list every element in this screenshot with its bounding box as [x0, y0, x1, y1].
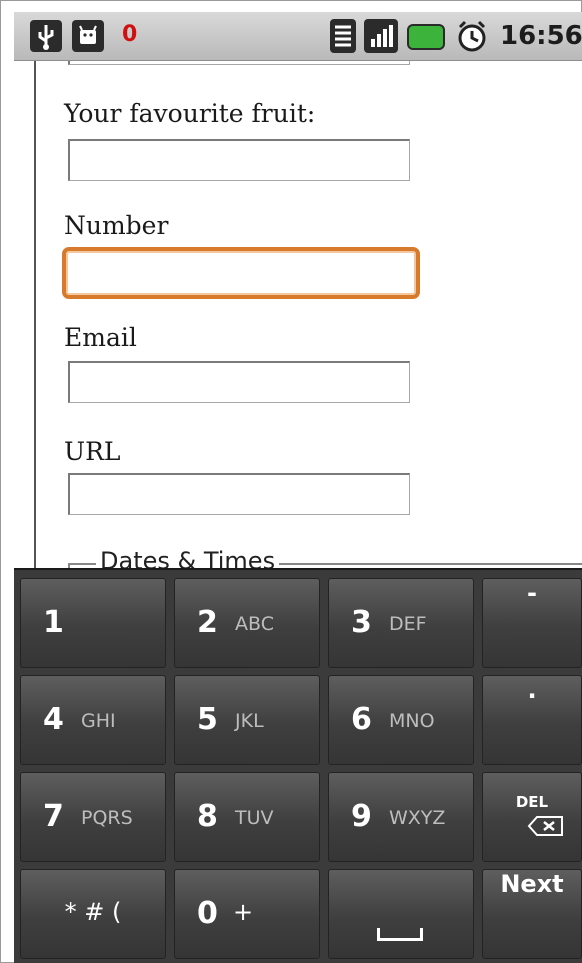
- page-border: [34, 61, 36, 568]
- backspace-icon: [527, 815, 565, 841]
- numeric-keyboard: 1 2 ABC 3 DEF - 4 GHI 5 JKL 6 MNO . 7 PQ…: [14, 568, 582, 963]
- key-5-digit: 5: [197, 702, 218, 737]
- key-4-letters: GHI: [81, 710, 116, 732]
- key-8[interactable]: 8 TUV: [174, 772, 320, 862]
- previous-input-field[interactable]: [68, 61, 410, 65]
- number-label: Number: [64, 211, 169, 240]
- web-page[interactable]: Your favourite fruit: Number Email URL D…: [14, 61, 582, 568]
- key-symbols[interactable]: * # (: [20, 869, 166, 959]
- key-0-digit: 0: [197, 896, 218, 931]
- key-5-letters: JKL: [235, 710, 264, 732]
- url-label: URL: [64, 437, 121, 466]
- alarm-icon: [454, 18, 490, 54]
- key-3[interactable]: 3 DEF: [328, 578, 474, 668]
- key-7-digit: 7: [43, 799, 64, 834]
- status-bar: 0 16:56: [14, 12, 582, 61]
- usb-icon: [30, 20, 62, 52]
- key-9[interactable]: 9 WXYZ: [328, 772, 474, 862]
- key-5[interactable]: 5 JKL: [174, 675, 320, 765]
- key-8-digit: 8: [197, 799, 218, 834]
- key-0-plus: +: [233, 898, 254, 926]
- next-key-label: Next: [500, 870, 564, 898]
- wifi-icon: [330, 19, 356, 53]
- email-input[interactable]: [68, 361, 410, 403]
- key-4-digit: 4: [43, 702, 64, 737]
- key-3-digit: 3: [351, 605, 372, 640]
- key-2-digit: 2: [197, 605, 218, 640]
- email-label: Email: [64, 323, 137, 352]
- key-7-letters: PQRS: [81, 807, 133, 829]
- android-icon: [72, 20, 104, 52]
- key-1-digit: 1: [43, 605, 64, 640]
- dates-times-legend: Dates & Times: [96, 547, 280, 568]
- key-3-letters: DEF: [389, 613, 427, 635]
- notification-count: 0: [122, 22, 138, 47]
- clock: 16:56: [500, 21, 582, 51]
- key-8-letters: TUV: [235, 807, 274, 829]
- key-1[interactable]: 1: [20, 578, 166, 668]
- space-icon: [377, 928, 423, 941]
- key-minus[interactable]: -: [482, 578, 582, 668]
- url-input[interactable]: [68, 473, 410, 515]
- key-2-letters: ABC: [235, 613, 274, 635]
- fruit-label: Your favourite fruit:: [64, 99, 316, 128]
- delete-key[interactable]: DEL: [482, 772, 582, 862]
- key-2[interactable]: 2 ABC: [174, 578, 320, 668]
- key-6-letters: MNO: [389, 710, 435, 732]
- key-9-letters: WXYZ: [389, 807, 446, 829]
- fruit-input[interactable]: [68, 139, 410, 181]
- key-6[interactable]: 6 MNO: [328, 675, 474, 765]
- number-input[interactable]: [62, 247, 420, 299]
- key-period[interactable]: .: [482, 675, 582, 765]
- key-6-digit: 6: [351, 702, 372, 737]
- signal-icon: [364, 19, 398, 53]
- key-4[interactable]: 4 GHI: [20, 675, 166, 765]
- battery-icon: [407, 24, 445, 50]
- key-7[interactable]: 7 PQRS: [20, 772, 166, 862]
- space-key[interactable]: [328, 869, 474, 959]
- key-0[interactable]: 0 +: [174, 869, 320, 959]
- key-period-label: .: [527, 676, 537, 704]
- key-9-digit: 9: [351, 799, 372, 834]
- delete-key-label: DEL: [515, 793, 549, 811]
- key-minus-label: -: [527, 579, 537, 607]
- next-key[interactable]: Next: [482, 869, 582, 959]
- key-symbols-label: * # (: [64, 898, 122, 926]
